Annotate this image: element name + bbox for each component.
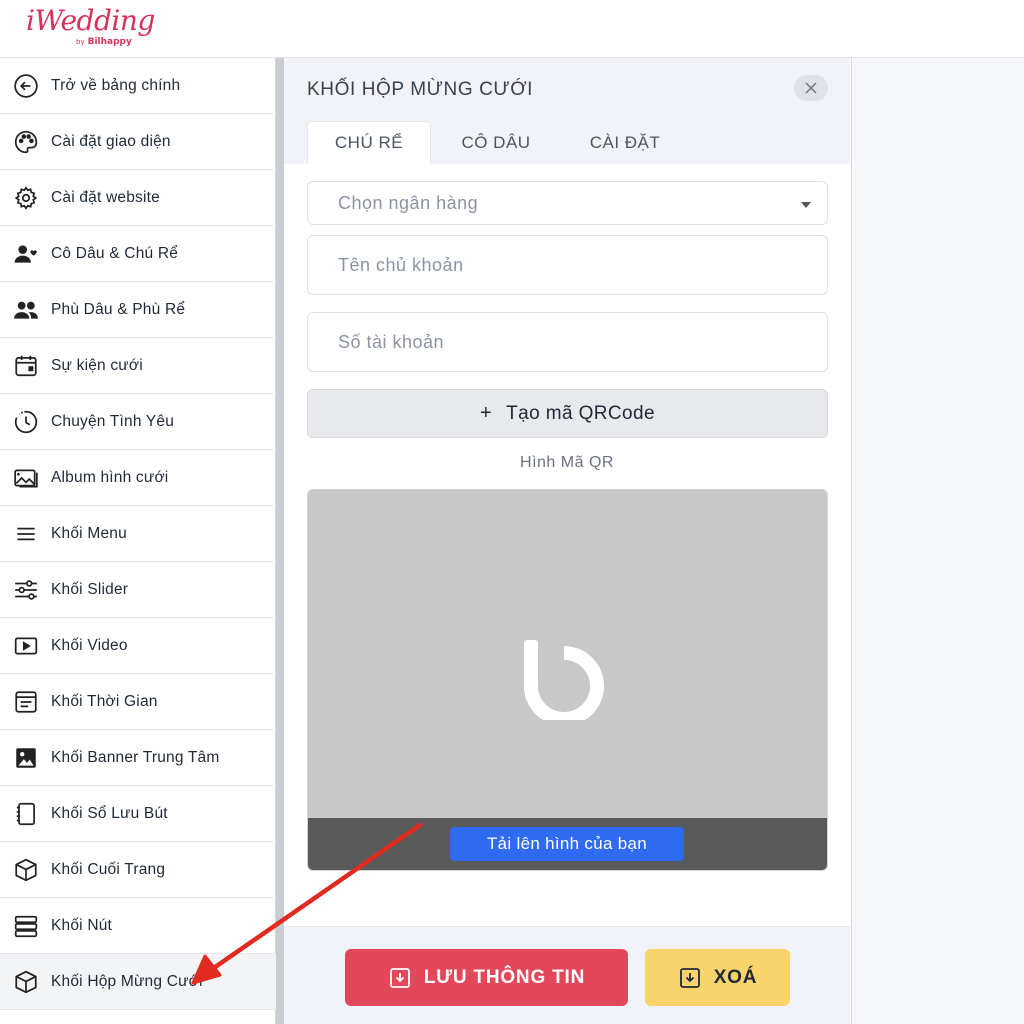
sidebar-item-wedding-events[interactable]: Sự kiện cưới	[0, 338, 276, 394]
logo-brand: Bilhappy	[87, 37, 132, 47]
images-icon	[12, 464, 40, 492]
chevron-down-icon	[801, 202, 811, 208]
gear-icon	[12, 184, 40, 212]
sidebar-item-label: Khối Video	[51, 636, 128, 654]
sidebar-item-menu-block[interactable]: Khối Menu	[0, 506, 276, 562]
buttons-icon	[12, 912, 40, 940]
preview-area	[853, 58, 1024, 1024]
sidebar-item-label: Khối Thời Gian	[51, 692, 158, 710]
sidebar-item-label: Trở về bảng chính	[51, 76, 181, 94]
sidebar-item-bride-groom[interactable]: Cô Dâu & Chú Rể	[0, 226, 276, 282]
sidebar-item-website-settings[interactable]: Cài đặt website	[0, 170, 276, 226]
palette-icon	[12, 128, 40, 156]
sidebar-item-bridesmaids[interactable]: Phù Dâu & Phù Rể	[0, 282, 276, 338]
sidebar-item-love-story[interactable]: Chuyện Tình Yêu	[0, 394, 276, 450]
save-info-button[interactable]: LƯU THÔNG TIN	[345, 949, 628, 1006]
sidebar-item-label: Khối Sổ Lưu Bút	[51, 804, 168, 822]
account-number-field[interactable]: Số tài khoản	[307, 312, 828, 372]
bank-select[interactable]: Chọn ngân hàng	[307, 181, 828, 225]
qr-image-upload-area[interactable]: Tải lên hình của bạn	[307, 489, 828, 871]
sidebar-item-label: Sự kiện cưới	[51, 356, 143, 374]
sidebar-item-button-block[interactable]: Khối Nút	[0, 898, 276, 954]
download-icon	[679, 967, 700, 988]
sliders-icon	[12, 576, 40, 604]
logo-byline: by Bilhappy	[76, 37, 132, 47]
calendar-icon	[12, 352, 40, 380]
delete-button[interactable]: XOÁ	[645, 949, 790, 1006]
account-number-placeholder: Số tài khoản	[338, 332, 445, 352]
panel-title: KHỐI HỘP MỪNG CƯỚI	[307, 79, 533, 100]
close-button[interactable]	[794, 75, 828, 101]
panel-footer: LƯU THÔNG TIN XOÁ	[284, 926, 850, 1024]
delete-label: XOÁ	[713, 966, 758, 988]
panel-header: KHỐI HỘP MỪNG CƯỚI CHÚ RỂ CÔ DÂU CÀI ĐẶT	[284, 58, 850, 164]
account-name-field[interactable]: Tên chủ khoản	[307, 235, 828, 295]
sidebar-item-label: Khối Slider	[51, 580, 129, 598]
sidebar-item-label: Cài đặt giao diện	[51, 132, 171, 150]
download-icon	[389, 967, 410, 988]
arrow-left-circle-icon	[12, 72, 40, 100]
image-icon	[12, 744, 40, 772]
clock-history-icon	[12, 408, 40, 436]
tab-settings[interactable]: CÀI ĐẶT	[562, 121, 688, 164]
menu-icon	[12, 520, 40, 548]
bank-select-placeholder: Chọn ngân hàng	[338, 193, 479, 213]
plus-icon: +	[480, 402, 493, 424]
gift-box-panel: KHỐI HỘP MỪNG CƯỚI CHÚ RỂ CÔ DÂU CÀI ĐẶT…	[284, 58, 852, 1024]
sidebar-item-slider-block[interactable]: Khối Slider	[0, 562, 276, 618]
tab-groom[interactable]: CHÚ RỂ	[307, 121, 431, 164]
sidebar-item-back[interactable]: Trở về bảng chính	[0, 58, 276, 114]
bilhappy-logo-icon	[524, 640, 604, 720]
sidebar-item-label: Chuyện Tình Yêu	[51, 412, 175, 430]
top-bar: iWedding by Bilhappy	[0, 0, 1024, 58]
sidebar-item-label: Cài đặt website	[51, 188, 160, 206]
sidebar-item-label: Khối Cuối Trang	[51, 860, 166, 878]
logo-text: iWedding	[26, 4, 155, 37]
sidebar-item-label: Album hình cưới	[51, 468, 169, 486]
sidebar-item-video-block[interactable]: Khối Video	[0, 618, 276, 674]
box-icon	[12, 968, 40, 996]
sidebar-item-banner-block[interactable]: Khối Banner Trung Tâm	[0, 730, 276, 786]
upload-image-button[interactable]: Tải lên hình của bạn	[450, 827, 684, 861]
sidebar-item-label: Khối Nút	[51, 916, 113, 934]
create-qrcode-label: Tạo mã QRCode	[506, 402, 655, 424]
calendar-block-icon	[12, 688, 40, 716]
sidebar-item-album[interactable]: Album hình cưới	[0, 450, 276, 506]
sidebar-item-gift-box-block[interactable]: Khối Hộp Mừng Cưới	[0, 954, 276, 1010]
users-icon	[12, 296, 40, 324]
sidebar-item-theme[interactable]: Cài đặt giao diện	[0, 114, 276, 170]
notebook-icon	[12, 800, 40, 828]
sidebar-item-label: Khối Hộp Mừng Cưới	[51, 972, 203, 990]
box-icon	[12, 856, 40, 884]
save-info-label: LƯU THÔNG TIN	[423, 966, 586, 988]
sidebar-scrollbar[interactable]	[276, 58, 284, 1024]
sidebar-item-label: Khối Menu	[51, 524, 127, 542]
sidebar-item-footer-block[interactable]: Khối Cuối Trang	[0, 842, 276, 898]
sidebar-item-label: Phù Dâu & Phù Rể	[51, 300, 186, 318]
logo[interactable]: iWedding by Bilhappy	[26, 4, 155, 47]
user-heart-icon	[12, 240, 40, 268]
video-play-icon	[12, 632, 40, 660]
close-icon	[805, 82, 817, 94]
tab-bride[interactable]: CÔ DÂU	[439, 121, 553, 164]
sidebar-item-label: Khối Banner Trung Tâm	[51, 748, 220, 766]
create-qrcode-button[interactable]: + Tạo mã QRCode	[307, 389, 828, 438]
sidebar-item-guestbook-block[interactable]: Khối Sổ Lưu Bút	[0, 786, 276, 842]
account-name-placeholder: Tên chủ khoản	[338, 255, 464, 275]
sidebar-item-label: Cô Dâu & Chú Rể	[51, 244, 179, 262]
logo-by: by	[76, 38, 85, 46]
sidebar-item-time-block[interactable]: Khối Thời Gian	[0, 674, 276, 730]
upload-bar: Tải lên hình của bạn	[308, 818, 827, 870]
qr-image-label: Hình Mã QR	[520, 454, 614, 471]
sidebar: Trở về bảng chính Cài đặt giao diện Cài …	[0, 58, 276, 1024]
